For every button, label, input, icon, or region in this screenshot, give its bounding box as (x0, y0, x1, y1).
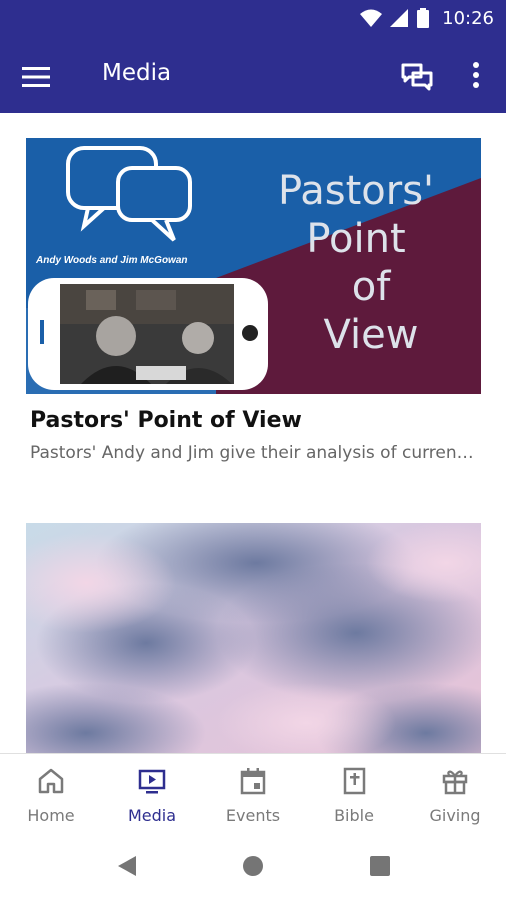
artwork-byline: Andy Woods and Jim McGowan (35, 255, 188, 266)
recents-icon[interactable] (369, 855, 391, 877)
nav-label-media: Media (127, 806, 177, 825)
nav-item-bible[interactable]: Bible (304, 754, 404, 834)
app-bar: Media (0, 37, 506, 113)
nav-label-home: Home (27, 806, 75, 825)
tv-play-icon (138, 769, 166, 794)
media-content: Andy Woods and Jim McGowan Pastors' Poin… (0, 113, 506, 753)
media-card-thumbnail[interactable]: Andy Woods and Jim McGowan Pastors' Poin… (26, 138, 481, 394)
page-title: Media (102, 60, 172, 86)
nav-item-events[interactable]: Events (203, 754, 303, 834)
nav-item-media[interactable]: Media (102, 754, 202, 834)
artwork-headline-line-4: View (324, 312, 419, 358)
status-bar: 10:26 (0, 0, 506, 37)
nav-label-giving: Giving (429, 806, 481, 825)
chat-icon[interactable] (398, 57, 436, 95)
wifi-icon (360, 9, 382, 27)
bible-icon (343, 767, 366, 795)
hamburger-menu-icon[interactable] (18, 59, 54, 95)
card-subtitle: Pastors' Andy and Jim give their analysi… (30, 443, 480, 463)
media-card-thumbnail[interactable] (26, 523, 481, 753)
calendar-icon (240, 768, 266, 795)
battery-icon (417, 8, 429, 28)
artwork-headline-line-2: Point (306, 216, 405, 262)
card-title[interactable]: Pastors' Point of View (30, 408, 302, 433)
pastors-point-of-view-artwork: Andy Woods and Jim McGowan Pastors' Poin… (26, 138, 481, 394)
artwork-headline-line-1: Pastors' (278, 168, 434, 214)
artwork-headline-line-3: of (352, 264, 391, 310)
clouds-artwork (26, 523, 481, 753)
system-navigation-bar (0, 833, 506, 900)
more-vert-icon[interactable] (466, 57, 486, 95)
signal-icon (390, 9, 408, 27)
status-time: 10:26 (442, 8, 494, 29)
bottom-navigation: Home Media Events Bible Giving (0, 753, 506, 834)
nav-item-giving[interactable]: Giving (405, 754, 505, 834)
gift-icon (442, 770, 468, 795)
nav-label-events: Events (225, 806, 281, 825)
status-icons (360, 8, 430, 28)
home-circle-icon[interactable] (242, 855, 264, 877)
nav-label-bible: Bible (334, 806, 374, 825)
nav-item-home[interactable]: Home (1, 754, 101, 834)
back-icon[interactable] (116, 855, 138, 877)
home-icon (38, 768, 64, 794)
